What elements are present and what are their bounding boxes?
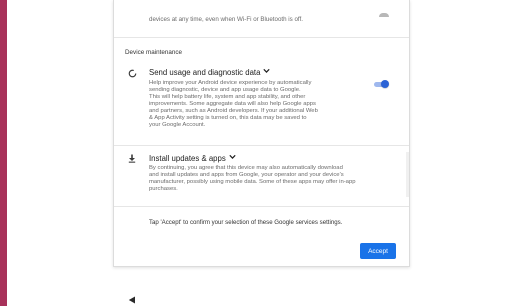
- description-line: manufacturer, possibly using mobile data…: [149, 179, 356, 186]
- install-updates-title[interactable]: Install updates & apps: [149, 154, 236, 163]
- google-services-dialog: devices at any time, even when Wi-Fi or …: [113, 0, 410, 267]
- description-line: and install updates and apps from Google…: [149, 172, 344, 179]
- divider: [114, 37, 409, 38]
- divider: [114, 145, 409, 146]
- scroll-edge: [406, 152, 409, 197]
- section-header-device-maintenance: Device maintenance: [125, 49, 183, 56]
- send-usage-data-title-text: Send usage and diagnostic data: [149, 68, 261, 77]
- send-usage-data-toggle[interactable]: [374, 80, 389, 89]
- description-line: Help improve your Android device experie…: [149, 80, 312, 86]
- chevron-down-icon[interactable]: [263, 68, 271, 76]
- confirm-instruction: Tap 'Accept' to confirm your selection o…: [149, 219, 343, 226]
- location-scanning-description: devices at any time, even when Wi-Fi or …: [149, 16, 303, 23]
- description-line: By continuing, you agree that this devic…: [149, 165, 343, 171]
- description-line: and partners, such as Android developers…: [149, 108, 318, 115]
- diagnostic-circle-icon: [127, 68, 137, 78]
- description-line: purchases.: [149, 186, 178, 193]
- description-line: This will help battery life, system and …: [149, 94, 306, 101]
- back-triangle-icon[interactable]: [128, 291, 136, 304]
- accept-button[interactable]: Accept: [360, 243, 396, 259]
- chevron-down-icon[interactable]: [229, 154, 236, 162]
- install-updates-title-text: Install updates & apps: [149, 154, 226, 163]
- send-usage-data-title[interactable]: Send usage and diagnostic data: [149, 68, 271, 77]
- left-accent-bar: [0, 0, 7, 306]
- toggle-thumb: [381, 80, 389, 88]
- description-line: improvements. Some aggregate data will a…: [149, 101, 316, 108]
- install-updates-description: By continuing, you agree that this devic…: [149, 165, 356, 193]
- description-line: sending diagnostic, device and app usage…: [149, 87, 301, 94]
- description-line: & App Activity setting is turned on, thi…: [149, 115, 307, 122]
- description-line: your Google Account.: [149, 122, 206, 129]
- send-usage-data-description: Help improve your Android device experie…: [149, 80, 318, 129]
- toggle-switch-partial[interactable]: [379, 13, 389, 17]
- download-icon: [127, 153, 137, 163]
- divider: [114, 206, 409, 207]
